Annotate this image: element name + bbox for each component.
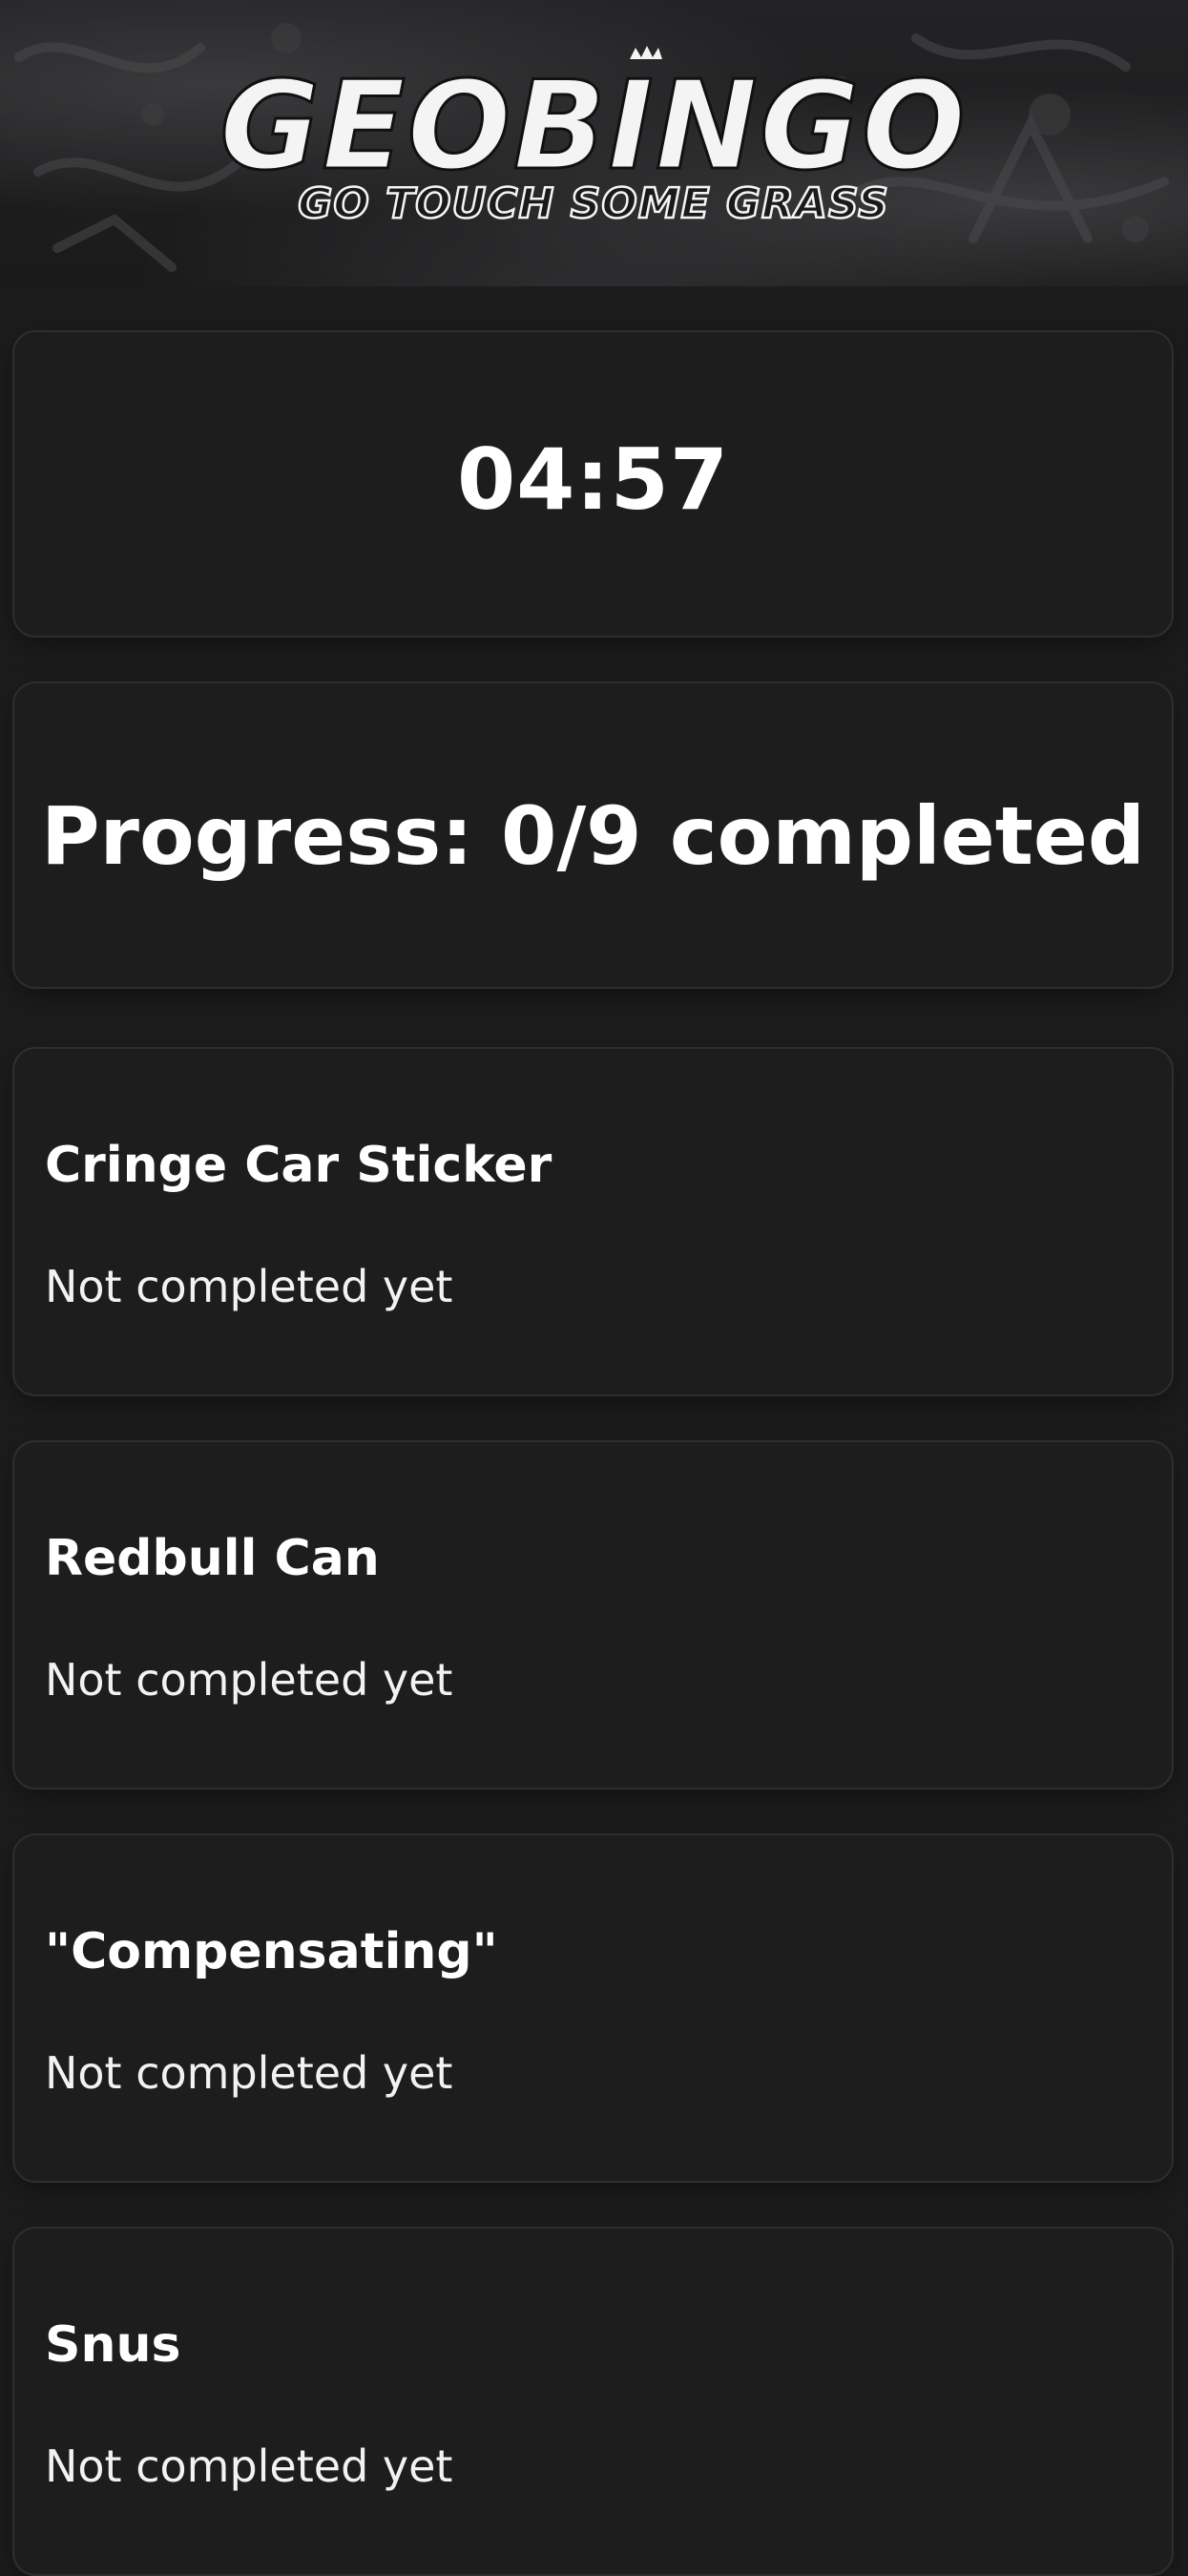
bingo-item-status: Not completed yet xyxy=(45,1654,453,1706)
bingo-item-card[interactable]: Redbull Can Not completed yet xyxy=(12,1440,1174,1790)
progress-card: Progress: 0/9 completed xyxy=(12,681,1174,989)
bingo-item-status: Not completed yet xyxy=(45,2047,453,2099)
bingo-item-card[interactable]: "Compensating" Not completed yet xyxy=(12,1833,1174,2183)
bingo-item-status: Not completed yet xyxy=(45,1261,453,1312)
app-header: GEOBINGO GO TOUCH SOME GRASS xyxy=(0,0,1188,286)
bingo-item-title: Cringe Car Sticker xyxy=(45,1137,552,1194)
svg-text:GO TOUCH SOME GRASS: GO TOUCH SOME GRASS xyxy=(298,179,889,228)
geobingo-logo: GEOBINGO GO TOUCH SOME GRASS xyxy=(219,46,968,229)
bingo-item-title: "Compensating" xyxy=(45,1923,498,1980)
timer-card: 04:57 xyxy=(12,330,1174,638)
svg-text:GEOBINGO: GEOBINGO xyxy=(219,55,968,198)
bingo-item-title: Snus xyxy=(45,2316,181,2374)
progress-label: Progress: 0/9 completed xyxy=(40,789,1146,883)
bingo-item-card[interactable]: Cringe Car Sticker Not completed yet xyxy=(12,1047,1174,1396)
bingo-item-card[interactable]: Snus Not completed yet xyxy=(12,2227,1174,2576)
countdown-timer: 04:57 xyxy=(456,430,730,529)
bingo-item-status: Not completed yet xyxy=(45,2440,453,2492)
bingo-item-title: Redbull Can xyxy=(45,1530,380,1587)
